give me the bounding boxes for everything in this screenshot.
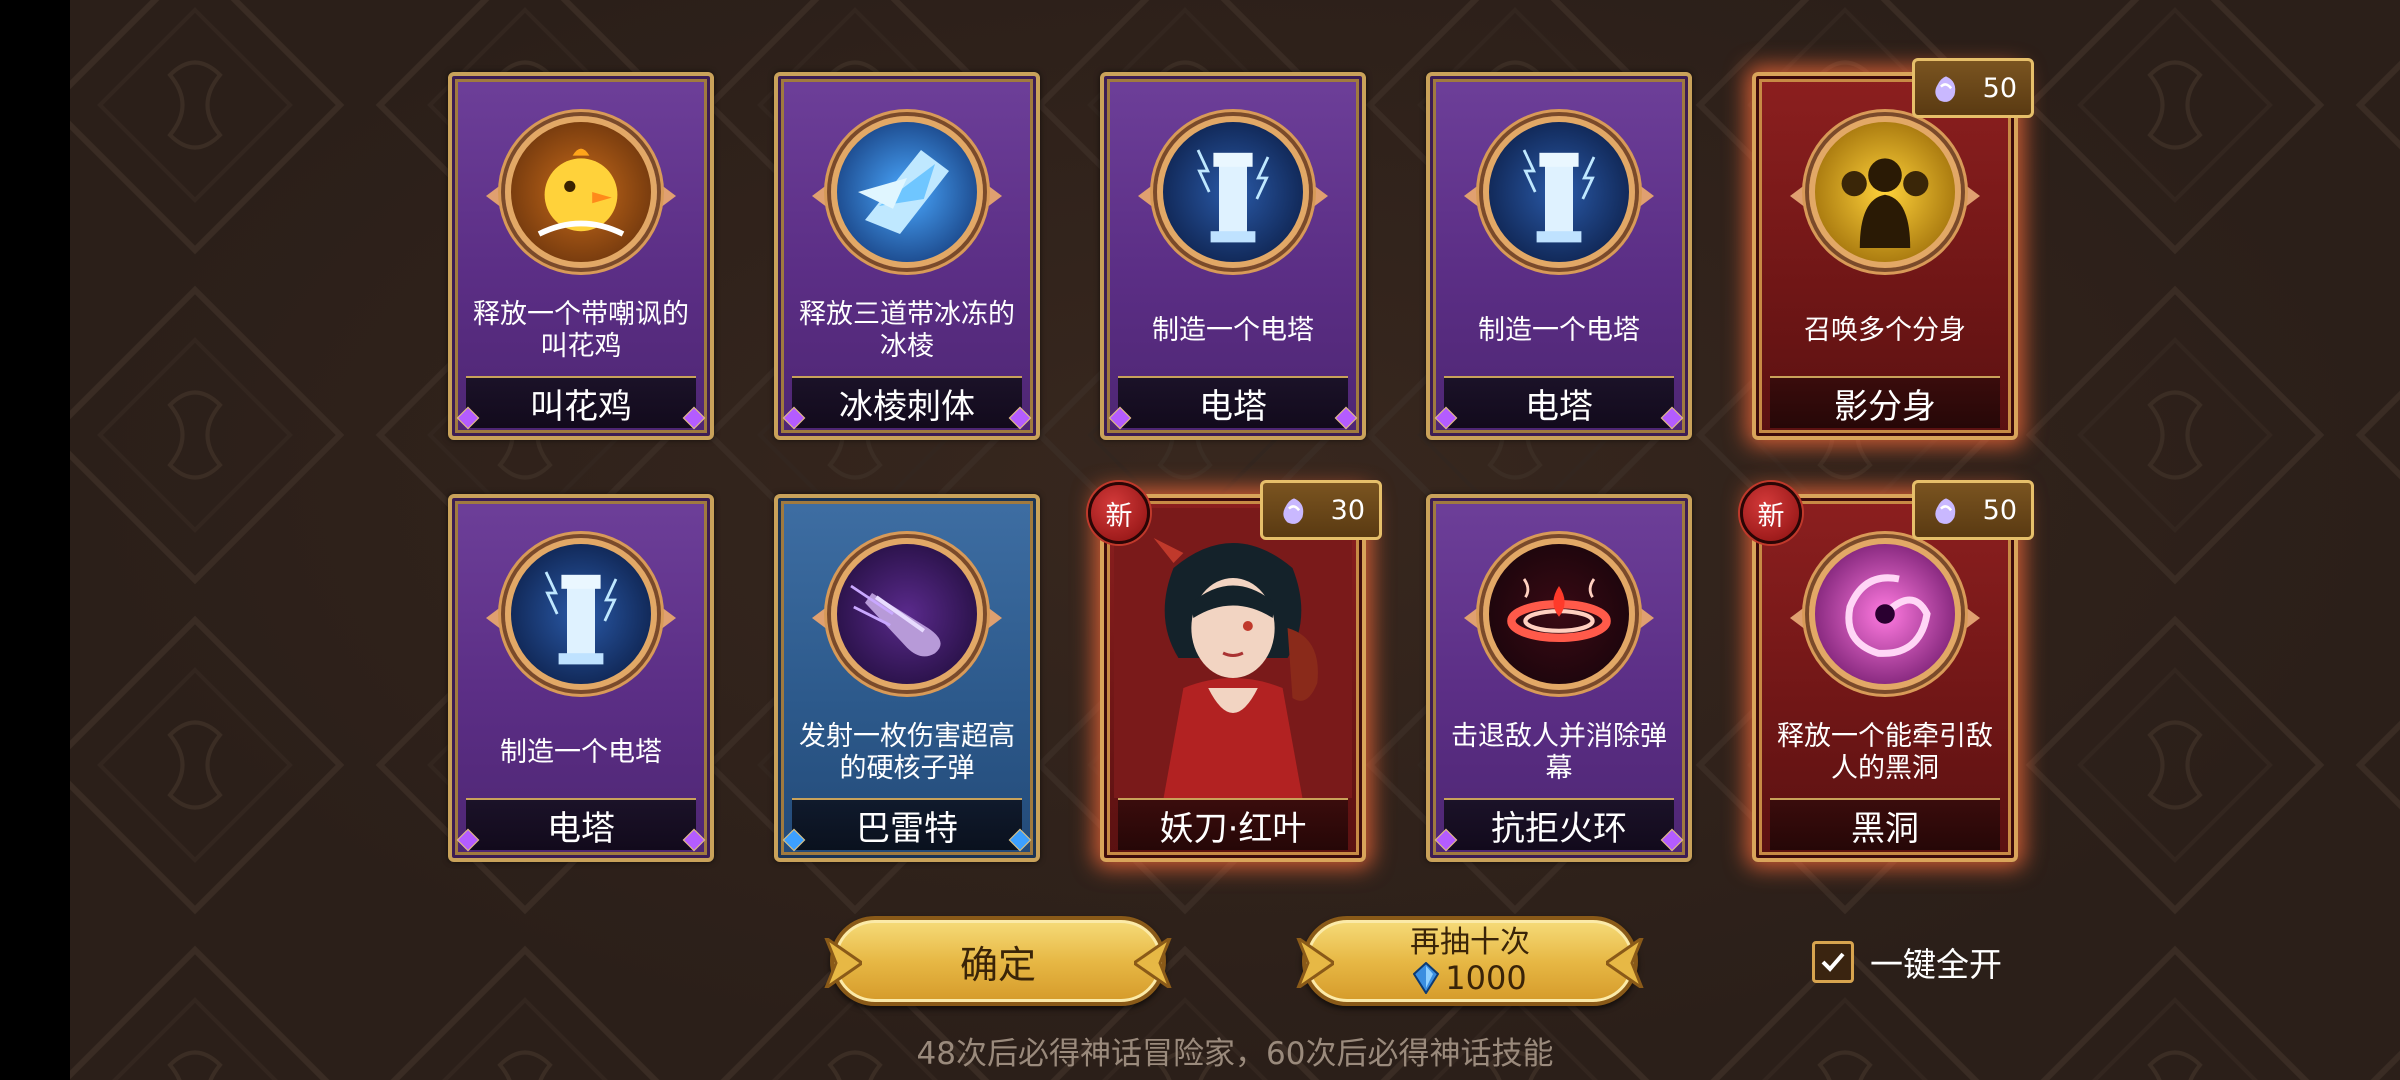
card-name: 巴雷特 [792, 798, 1022, 850]
gem-cost-badge: 50 [1912, 58, 2034, 118]
card-name: 妖刀·红叶 [1118, 798, 1348, 850]
card-description: 释放三道带冰冻的冰棱 [799, 299, 1015, 362]
open-all-toggle[interactable]: 一键全开 [1812, 938, 2002, 986]
card-ornament-right [1964, 184, 1980, 208]
electric-tower-icon [1483, 116, 1635, 268]
card-ornament-right [660, 184, 676, 208]
fire-ring-icon [1483, 538, 1635, 690]
bullet-icon [831, 538, 983, 690]
chicken-icon [505, 116, 657, 268]
card-ornament-left [1790, 606, 1806, 630]
pity-info-text: 48次后必得神话冒险家，60次后必得神话技能 [916, 1036, 1554, 1072]
card-name: 抗拒火环 [1444, 798, 1674, 850]
skill-card-1[interactable]: 释放一个带嘲讽的叫花鸡 叫花鸡 [448, 72, 714, 440]
electric-tower-icon [1157, 116, 1309, 268]
card-ornament-left [1790, 184, 1806, 208]
card-ornament-right [1312, 184, 1328, 208]
card-ornament-right [986, 606, 1002, 630]
confirm-button[interactable]: 确定 [824, 916, 1172, 1006]
card-description: 发射一枚伤害超高的硬核子弹 [799, 721, 1015, 784]
button-wing-icon [1296, 938, 1334, 988]
card-ornament-left [486, 184, 502, 208]
gem-cost-badge: 50 [1912, 480, 2034, 540]
draw-ten-again-button[interactable]: 再抽十次 1000 [1296, 916, 1644, 1006]
new-badge: 新 [1088, 482, 1150, 544]
card-ornament-right [1638, 184, 1654, 208]
card-name: 电塔 [466, 798, 696, 850]
skill-card-5[interactable]: 召唤多个分身 影分身 50 [1752, 58, 2034, 440]
skill-card-8[interactable]: 击退敌人并消除弹幕 抗拒火环 [1426, 494, 1692, 862]
diamond-currency-icon [1413, 962, 1440, 994]
skill-card-4[interactable]: 制造一个电塔 电塔 [1426, 72, 1692, 440]
card-description: 击退敌人并消除弹幕 [1451, 721, 1667, 784]
card-description: 制造一个电塔 [1152, 315, 1314, 346]
card-description: 制造一个电塔 [500, 737, 662, 768]
card-name: 黑洞 [1770, 798, 2000, 850]
soul-gem-icon [1935, 76, 1956, 102]
ice-shard-icon [831, 116, 983, 268]
card-name: 叫花鸡 [466, 376, 696, 428]
card-description: 召唤多个分身 [1804, 315, 1966, 346]
skill-card-2[interactable]: 释放三道带冰冻的冰棱 冰棱刺体 [774, 72, 1040, 440]
hero-card[interactable]: 妖刀·红叶 新 30 [1088, 480, 1382, 862]
button-wing-icon [1134, 938, 1172, 988]
gem-cost-value: 50 [1982, 72, 2017, 104]
button-wing-icon [1606, 938, 1644, 988]
skill-card-3[interactable]: 制造一个电塔 电塔 [1100, 72, 1366, 440]
card-description: 释放一个能牵引敌人的黑洞 [1777, 721, 1993, 784]
electric-tower-icon [505, 538, 657, 690]
black-hole-icon [1809, 538, 1961, 690]
card-ornament-left [1464, 184, 1480, 208]
card-ornament-right [986, 184, 1002, 208]
gem-cost-value: 50 [1982, 494, 2017, 526]
open-all-label: 一键全开 [1870, 945, 2002, 984]
card-description: 制造一个电塔 [1478, 315, 1640, 346]
hero-portrait [1114, 508, 1352, 798]
new-badge: 新 [1740, 482, 1802, 544]
card-ornament-right [660, 606, 676, 630]
skill-card-10[interactable]: 释放一个能牵引敌人的黑洞 黑洞 新 50 [1740, 480, 2034, 862]
confirm-label: 确定 [959, 942, 1036, 987]
card-name: 影分身 [1770, 376, 2000, 428]
card-description: 释放一个带嘲讽的叫花鸡 [473, 299, 689, 362]
draw-cost: 1000 [1413, 959, 1527, 997]
soul-gem-icon [1935, 498, 1956, 524]
skill-card-6[interactable]: 制造一个电塔 电塔 [448, 494, 714, 862]
card-name: 电塔 [1118, 376, 1348, 428]
card-ornament-left [1138, 184, 1154, 208]
gem-cost-value: 30 [1330, 494, 1365, 526]
card-name: 电塔 [1444, 376, 1674, 428]
card-ornament-left [1464, 606, 1480, 630]
gem-cost-badge: 30 [1260, 480, 1382, 540]
skill-card-7[interactable]: 发射一枚伤害超高的硬核子弹 巴雷特 [774, 494, 1040, 862]
button-wing-icon [824, 938, 862, 988]
open-all-checkbox[interactable] [1812, 941, 1854, 983]
draw-cost-value: 1000 [1445, 959, 1527, 997]
checkmark-icon [1821, 952, 1845, 972]
card-ornament-right [1964, 606, 1980, 630]
card-name: 冰棱刺体 [792, 376, 1022, 428]
card-ornament-left [812, 606, 828, 630]
card-ornament-left [812, 184, 828, 208]
left-black-bar [0, 0, 70, 1080]
card-ornament-left [486, 606, 502, 630]
shadow-clone-icon [1809, 116, 1961, 268]
soul-gem-icon [1283, 498, 1304, 524]
draw-ten-label: 再抽十次 [1410, 925, 1530, 960]
card-ornament-right [1638, 606, 1654, 630]
